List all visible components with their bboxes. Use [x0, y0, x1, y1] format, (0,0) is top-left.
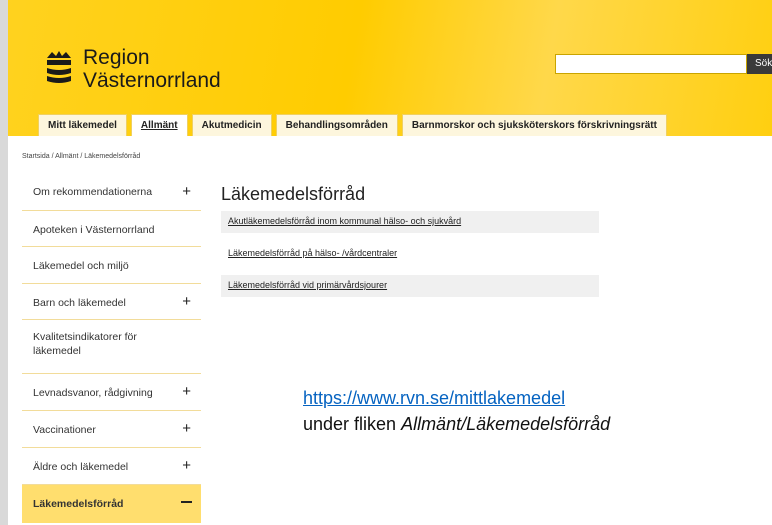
sidebar-item-label: Vaccinationer — [33, 424, 96, 436]
sidebar-item-label: Barn och läkemedel — [33, 297, 126, 309]
sidebar-item-levnadsvanor[interactable]: Levnadsvanor, rådgivning + — [22, 374, 201, 411]
sidebar-item-label: Om rekommendationerna — [33, 186, 153, 198]
sidebar-item-label: Äldre och läkemedel — [33, 461, 129, 473]
link-akutlakemedelsforrad[interactable]: Akutläkemedelsförråd inom kommunal hälso… — [221, 211, 599, 233]
expand-plus-icon[interactable]: + — [182, 383, 191, 400]
brand-line-2: Västernorrland — [83, 69, 221, 92]
sidebar-item-label: Läkemedelsförråd — [33, 498, 124, 510]
tab-forskrivningsratt[interactable]: Barnmorskor och sjuksköterskors förskriv… — [401, 114, 667, 136]
sidebar-item-barn[interactable]: Barn och läkemedel + — [22, 284, 201, 320]
brand-line-1: Region — [83, 46, 150, 69]
brand-name: Region Västernorrland — [83, 46, 221, 92]
tab-mitt-lakemedel[interactable]: Mitt läkemedel — [38, 114, 127, 136]
link-vardcentraler[interactable]: Läkemedelsförråd på hälso- /vårdcentrale… — [221, 243, 599, 265]
sidebar-item-label: Levnadsvanor, rådgivning — [33, 387, 153, 399]
region-logo-icon — [47, 51, 71, 83]
search-input[interactable] — [555, 54, 747, 74]
annotation-url-link[interactable]: https://www.rvn.se/mittlakemedel — [303, 388, 565, 409]
collapse-minus-icon[interactable] — [181, 501, 192, 503]
sidebar-item-lakemedel-miljo[interactable]: Läkemedel och miljö — [22, 247, 201, 284]
sidebar-item-label: Apoteken i Västernorrland — [33, 224, 155, 236]
sidebar-item-apoteken[interactable]: Apoteken i Västernorrland — [22, 211, 201, 247]
sidebar-item-lakemedelsforrad[interactable]: Läkemedelsförråd — [22, 485, 201, 523]
sidebar-nav: Om rekommendationerna + Apoteken i Väste… — [22, 174, 201, 523]
tab-allmant[interactable]: Allmänt — [130, 114, 188, 136]
sidebar-item-vaccinationer[interactable]: Vaccinationer + — [22, 411, 201, 448]
sidebar-item-label: Kvalitetsindikatorer för läkemedel — [33, 331, 137, 357]
search-button[interactable]: Sök — [747, 54, 772, 74]
expand-plus-icon[interactable]: + — [182, 183, 191, 200]
main-tabs: Mitt läkemedel Allmänt Akutmedicin Behan… — [38, 114, 671, 136]
sidebar-item-om-rekommendationerna[interactable]: Om rekommendationerna + — [22, 174, 201, 211]
sidebar-item-aldre[interactable]: Äldre och läkemedel + — [22, 448, 201, 485]
caption-prefix: under fliken — [303, 414, 402, 434]
link-list: Akutläkemedelsförråd inom kommunal hälso… — [221, 211, 599, 297]
tab-behandlingsomraden[interactable]: Behandlingsområden — [275, 114, 398, 136]
page-title: Läkemedelsförråd — [221, 184, 366, 204]
expand-plus-icon[interactable]: + — [182, 457, 191, 474]
expand-plus-icon[interactable]: + — [182, 293, 191, 310]
caption-path: Allmänt/Läkemedelsförråd — [401, 414, 611, 434]
annotation-caption: under fliken Allmänt/Läkemedelsförråd — [303, 414, 610, 435]
sidebar-item-label: Läkemedel och miljö — [33, 260, 129, 272]
tab-akutmedicin[interactable]: Akutmedicin — [191, 114, 272, 136]
region-logo[interactable]: Region Västernorrland — [45, 46, 221, 92]
left-margin-strip — [0, 0, 8, 525]
breadcrumb[interactable]: Startsida / Allmänt / Läkemedelsförråd — [22, 153, 140, 160]
sidebar-item-kvalitetsindikatorer[interactable]: Kvalitetsindikatorer för läkemedel — [22, 320, 201, 374]
link-primarvardsjourer[interactable]: Läkemedelsförråd vid primärvårdsjourer — [221, 275, 599, 297]
site-header: Region Västernorrland Sök Mitt läkemedel… — [8, 0, 772, 136]
expand-plus-icon[interactable]: + — [182, 420, 191, 437]
